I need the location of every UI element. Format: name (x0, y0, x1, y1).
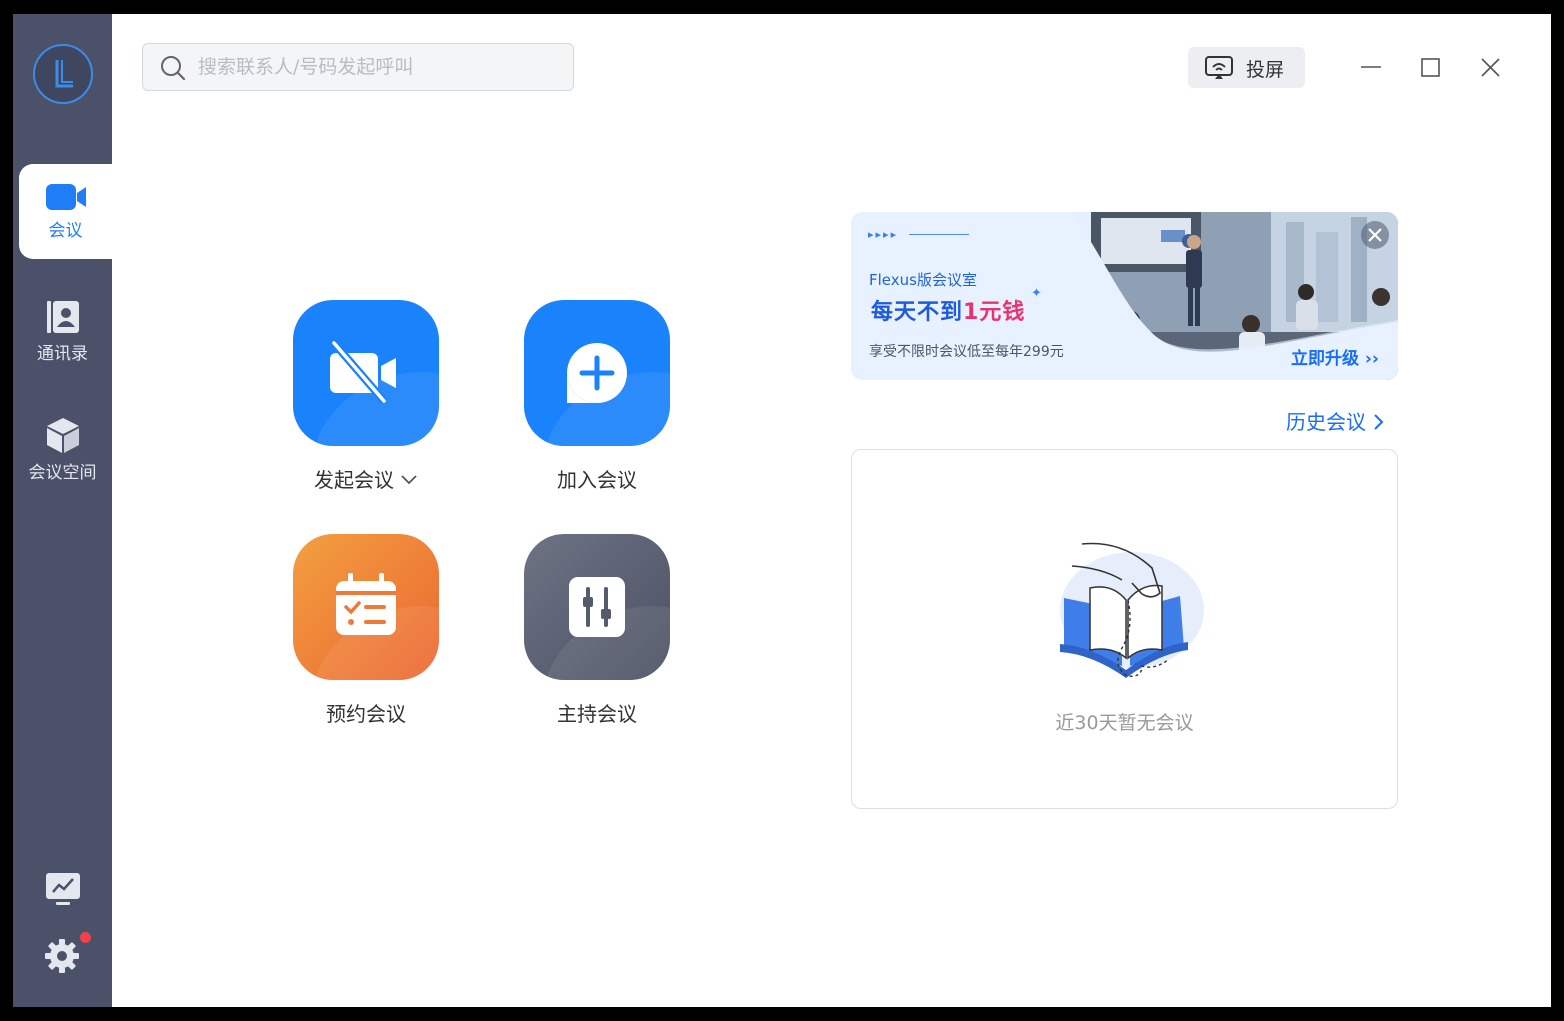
close-icon (1481, 58, 1500, 77)
chevron-down-icon[interactable] (400, 474, 418, 486)
empty-book-illustration (1060, 542, 1204, 678)
app-logo (33, 44, 93, 104)
empty-state-text: 近30天暂无会议 (1055, 712, 1194, 734)
banner-headline-accent: 1元钱 (963, 300, 1026, 325)
host-meeting-action[interactable]: 主持会议 (524, 534, 670, 727)
join-meeting-action[interactable]: 加入会议 (524, 300, 670, 493)
close-button[interactable] (1477, 54, 1505, 82)
banner-headline-prefix: 每天不到 (871, 300, 964, 325)
sidebar-item-label: 会议 (48, 221, 83, 241)
cast-button-label: 投屏 (1246, 59, 1285, 81)
start-meeting-label: 发起会议 (314, 468, 394, 492)
join-meeting-label: 加入会议 (557, 468, 637, 492)
sparkle-icon: ✦ (1031, 286, 1042, 301)
history-meetings-link[interactable]: 历史会议 (1286, 406, 1384, 435)
start-meeting-action[interactable]: 发起会议 (293, 300, 439, 493)
cast-screen-button[interactable]: 投屏 (1188, 47, 1305, 88)
banner-headline: 每天不到1元钱 (871, 294, 1025, 326)
join-meeting-tile[interactable] (524, 300, 670, 446)
video-off-icon (330, 340, 396, 404)
calendar-icon (336, 573, 396, 635)
host-meeting-label: 主持会议 (557, 702, 637, 726)
schedule-meeting-action[interactable]: 预约会议 (293, 534, 439, 727)
schedule-meeting-label: 预约会议 (326, 702, 406, 726)
promo-banner[interactable]: ▸▸▸▸ Flexus版会议室 每天不到1元钱 ✦ 享受不限时会议低至每年299… (851, 212, 1398, 380)
search-input[interactable] (198, 44, 558, 90)
schedule-meeting-tile[interactable] (293, 534, 439, 680)
join-plus-bubble-icon (567, 343, 627, 403)
banner-subtitle: 享受不限时会议低至每年299元 (869, 344, 1064, 360)
maximize-button[interactable] (1417, 54, 1445, 82)
start-meeting-tile[interactable] (293, 300, 439, 446)
sliders-icon (569, 577, 625, 637)
banner-close-button[interactable] (1361, 221, 1389, 249)
cube-icon (46, 418, 79, 453)
video-camera-icon (45, 184, 86, 210)
minimize-button[interactable] (1357, 54, 1385, 82)
banner-arrows-decoration: ▸▸▸▸ (868, 228, 899, 241)
sidebar-item-meeting[interactable]: 会议 (19, 164, 112, 259)
sidebar: 会议 通讯录 会议空间 (13, 14, 112, 1007)
sidebar-item-label: 通讯录 (37, 344, 88, 364)
sidebar-item-meeting-space[interactable]: 会议空间 (13, 416, 112, 483)
history-link-label: 历史会议 (1286, 410, 1366, 434)
history-panel: 近30天暂无会议 (851, 449, 1398, 809)
minimize-icon (1361, 66, 1381, 68)
chevron-right-icon (1374, 414, 1384, 430)
gear-icon[interactable] (44, 938, 80, 978)
host-meeting-tile[interactable] (524, 534, 670, 680)
maximize-icon (1421, 58, 1440, 77)
upgrade-link[interactable]: 立即升级 ›› (1291, 344, 1379, 369)
performance-monitor-icon[interactable] (44, 870, 82, 912)
banner-line-decoration (909, 234, 969, 235)
close-icon (1368, 228, 1382, 242)
app-window: 会议 通讯录 会议空间 搜索联系人/号码发起呼叫 投屏 发起会议 加入会议 预约… (13, 14, 1551, 1007)
cast-screen-icon (1205, 56, 1233, 79)
contacts-book-icon (46, 301, 79, 333)
search-icon (161, 56, 186, 81)
sidebar-item-label: 会议空间 (28, 463, 97, 483)
banner-product: Flexus版会议室 (869, 271, 977, 289)
notification-dot (80, 932, 91, 943)
search-box[interactable] (142, 43, 574, 91)
sidebar-item-contacts[interactable]: 通讯录 (13, 299, 112, 364)
